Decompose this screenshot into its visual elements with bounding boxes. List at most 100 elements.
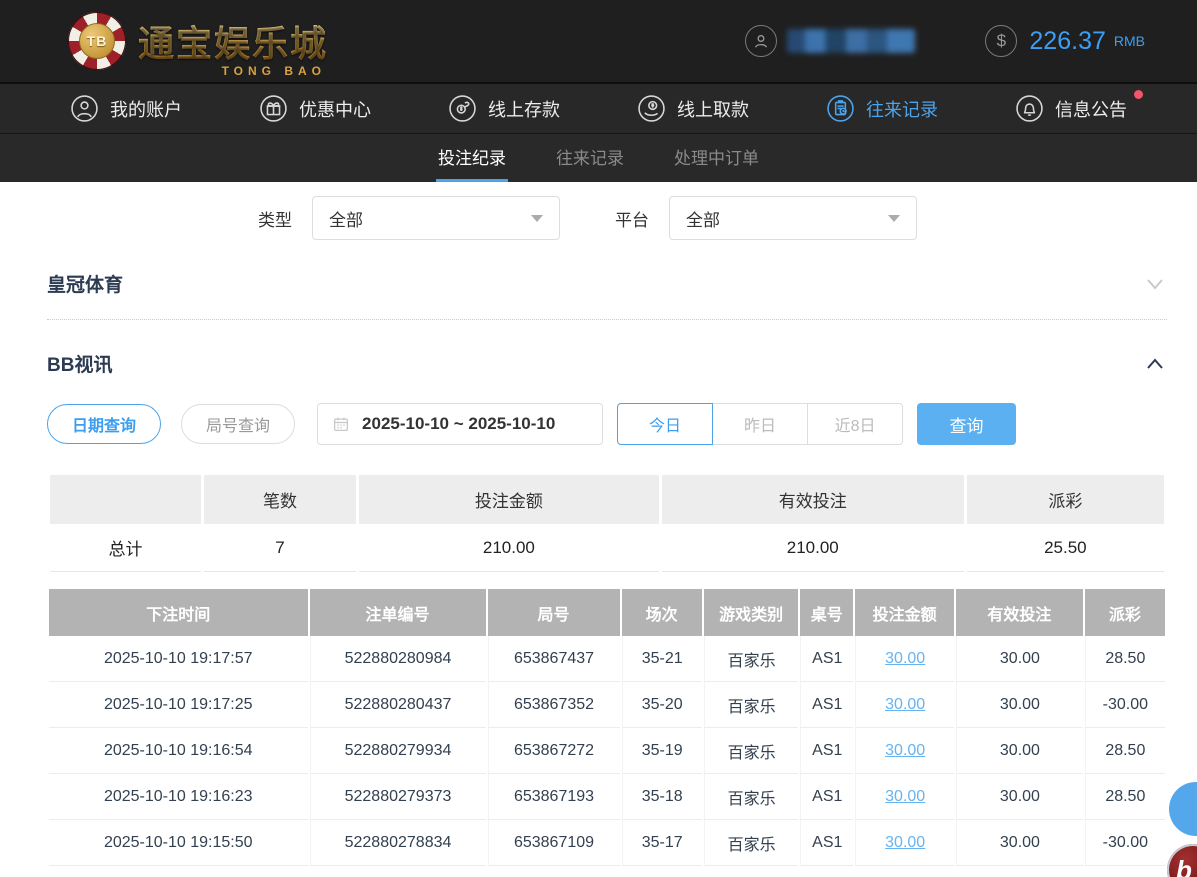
summary-header-valid-bet: 有效投注	[661, 475, 964, 524]
cell-game-type: 百家乐	[703, 820, 799, 866]
cell-order-no: 522880280437	[309, 682, 486, 728]
cell-payout: 28.50	[1084, 728, 1165, 774]
bet-amount-link[interactable]: 30.00	[885, 696, 925, 713]
table-row: 2025-10-10 19:17:57 522880280984 653867437…	[49, 636, 1165, 682]
cell-bet-amount: 30.00	[855, 682, 955, 728]
summary-bet-amount: 210.00	[359, 524, 659, 572]
col-header-time: 下注时间	[49, 589, 308, 636]
cell-order-no: 522880278834	[309, 820, 486, 866]
quick-range-group: 今日 昨日 近8日	[617, 403, 904, 445]
cell-valid-bet: 30.00	[956, 820, 1083, 866]
withdraw-coin-hand-icon	[638, 95, 665, 122]
col-header-bet-amount: 投注金额	[855, 589, 955, 636]
gift-icon	[260, 95, 287, 122]
nav-item-withdraw[interactable]: 线上取款	[637, 94, 749, 123]
bet-table-body: 2025-10-10 19:17:57 522880280984 653867437…	[49, 636, 1165, 866]
cell-session: 35-18	[621, 774, 702, 820]
col-header-payout: 派彩	[1084, 589, 1165, 636]
user-avatar-icon	[745, 25, 778, 57]
date-range-value: 2025-10-10 ~ 2025-10-10	[362, 414, 556, 433]
notification-dot	[1134, 90, 1143, 99]
balance-display[interactable]: $ 226.37 RMB	[985, 25, 1145, 57]
user-icon	[71, 95, 98, 122]
top-header: TB 通宝娱乐城 TONG BAO $ 226.37 RMB	[0, 0, 1197, 82]
cell-round-no: 653867352	[487, 682, 620, 728]
col-header-game-type: 游戏类别	[703, 589, 799, 636]
tab-transaction-records[interactable]: 往来记录	[554, 134, 626, 182]
platform-filter-label: 平台	[615, 210, 649, 230]
chevron-down-icon	[531, 214, 543, 222]
summary-total-row: 总计 7 210.00 210.00 25.50	[50, 524, 1164, 572]
brand-letter: b	[1176, 854, 1192, 877]
table-row: 2025-10-10 19:16:23 522880279373 653867193…	[49, 774, 1165, 820]
nav-item-promotions[interactable]: 优惠中心	[259, 94, 371, 123]
round-query-button[interactable]: 局号查询	[181, 404, 296, 444]
cell-session: 35-17	[621, 820, 702, 866]
nav-label: 线上取款	[677, 99, 749, 120]
platform-select-value: 全部	[686, 210, 720, 230]
filter-row: 类型 全部 平台 全部	[47, 196, 1167, 240]
user-account[interactable]	[745, 25, 916, 57]
summary-header-bet-amount: 投注金额	[359, 475, 659, 524]
tab-pending-orders[interactable]: 处理中订单	[672, 134, 761, 182]
username-blurred	[787, 29, 916, 53]
cell-game-type: 百家乐	[703, 636, 799, 682]
yesterday-button[interactable]: 昨日	[712, 403, 809, 445]
date-query-button[interactable]: 日期查询	[47, 404, 162, 444]
clipboard-clock-icon	[827, 95, 854, 122]
cell-order-no: 522880279373	[309, 774, 486, 820]
cell-payout: -30.00	[1084, 682, 1165, 728]
bet-amount-link[interactable]: 30.00	[885, 834, 925, 851]
search-button[interactable]: 查询	[917, 403, 1017, 445]
table-row: 2025-10-10 19:17:25 522880280437 653867352…	[49, 682, 1165, 728]
cell-session: 35-19	[621, 728, 702, 774]
cell-valid-bet: 30.00	[956, 636, 1083, 682]
date-range-input[interactable]: 2025-10-10 ~ 2025-10-10	[317, 403, 604, 445]
balance-amount: 226.37	[1029, 26, 1106, 55]
cell-game-type: 百家乐	[703, 774, 799, 820]
platform-select[interactable]: 全部	[669, 196, 917, 240]
section-title: BB视讯	[47, 355, 113, 376]
bet-amount-link[interactable]: 30.00	[885, 742, 925, 759]
today-button[interactable]: 今日	[617, 403, 714, 445]
main-nav: 我的账户 优惠中心 线上存款 线上取款 往来记录 信息公告	[0, 82, 1197, 133]
summary-header-payout: 派彩	[966, 475, 1164, 524]
chevron-up-icon[interactable]	[1143, 352, 1167, 376]
cell-bet-amount: 30.00	[855, 774, 955, 820]
summary-payout: 25.50	[966, 524, 1164, 572]
section-bb-live: BB视讯	[47, 350, 1167, 377]
section-crown-sports: 皇冠体育	[47, 270, 1167, 297]
cell-time: 2025-10-10 19:17:57	[49, 636, 308, 682]
summary-valid-bet: 210.00	[661, 524, 964, 572]
cell-table-no: AS1	[800, 636, 854, 682]
cell-bet-amount: 30.00	[855, 728, 955, 774]
table-row: 2025-10-10 19:15:50 522880278834 653867109…	[49, 820, 1165, 866]
bet-amount-link[interactable]: 30.00	[885, 788, 925, 805]
nav-item-transaction-records[interactable]: 往来记录	[826, 94, 938, 123]
cell-bet-amount: 30.00	[855, 820, 955, 866]
nav-label: 线上存款	[488, 99, 560, 120]
type-select-value: 全部	[329, 210, 363, 230]
bet-records-table: 下注时间 注单编号 局号 场次 游戏类别 桌号 投注金额 有效投注 派彩 2025-10-10 …	[47, 589, 1167, 866]
header-right: $ 226.37 RMB	[745, 25, 1145, 57]
nav-label: 往来记录	[866, 99, 938, 120]
nav-label: 我的账户	[110, 99, 182, 120]
nav-item-my-account[interactable]: 我的账户	[70, 94, 182, 123]
cell-valid-bet: 30.00	[956, 728, 1083, 774]
bet-amount-link[interactable]: 30.00	[885, 650, 925, 667]
site-logo[interactable]: TB 通宝娱乐城 TONG BAO	[68, 12, 328, 78]
cell-order-no: 522880280984	[309, 636, 486, 682]
col-header-order-no: 注单编号	[309, 589, 486, 636]
chevron-down-icon[interactable]	[1143, 272, 1167, 296]
deposit-coin-hand-icon	[449, 95, 476, 122]
summary-header-count: 笔数	[203, 475, 357, 524]
tab-bet-records[interactable]: 投注纪录	[436, 134, 508, 182]
summary-header-row: 笔数 投注金额 有效投注 派彩	[50, 475, 1164, 524]
last-8-days-button[interactable]: 近8日	[807, 403, 904, 445]
cell-table-no: AS1	[800, 728, 854, 774]
nav-item-deposit[interactable]: 线上存款	[448, 94, 560, 123]
type-select[interactable]: 全部	[312, 196, 560, 240]
page-content: 类型 全部 平台 全部 皇冠体育 BB视讯 日期查询 局号查询 2025-10-…	[0, 196, 1197, 866]
nav-item-announcements[interactable]: 信息公告	[1015, 90, 1143, 123]
cell-game-type: 百家乐	[703, 728, 799, 774]
